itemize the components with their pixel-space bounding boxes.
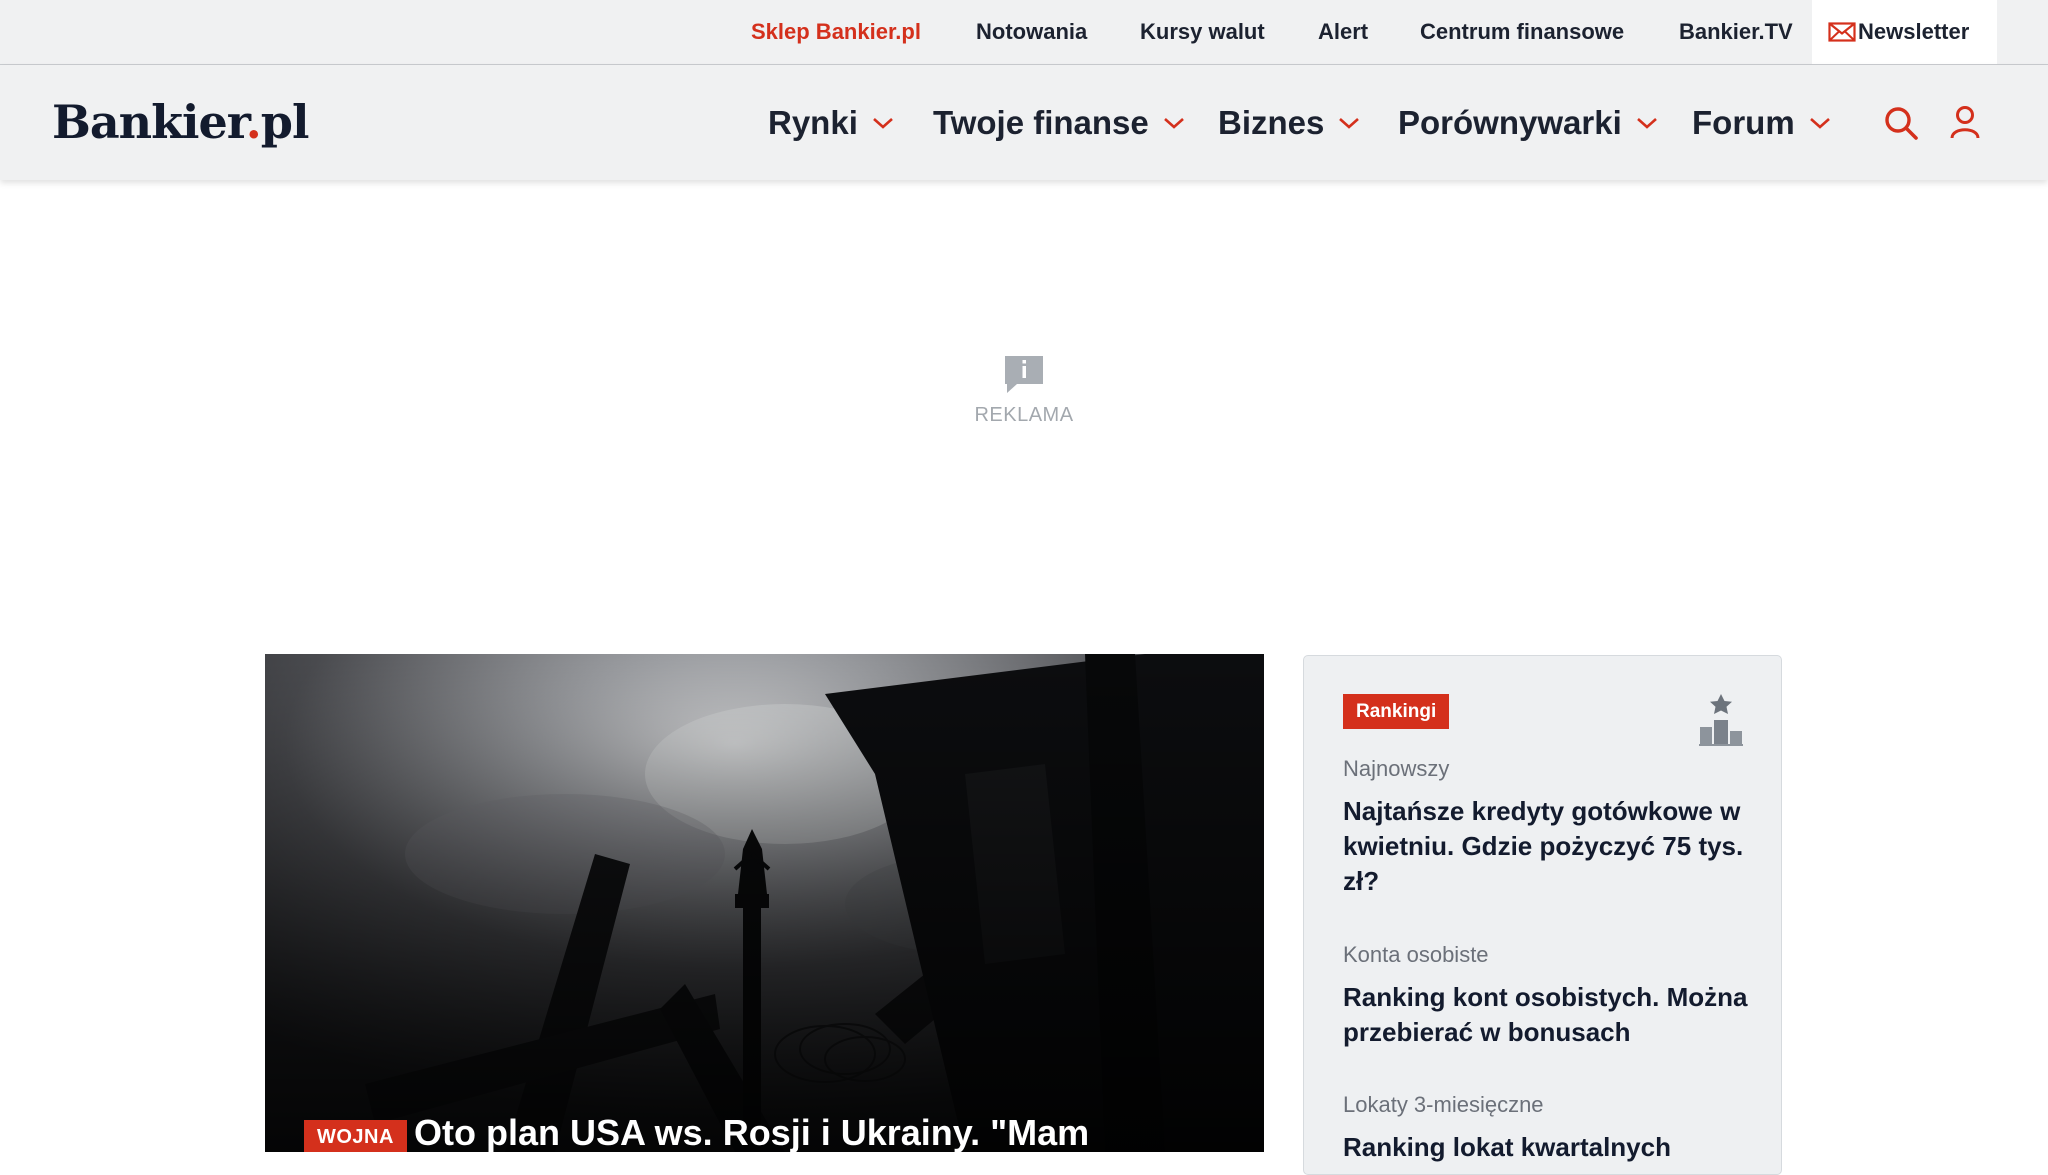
chevron-down-icon — [1636, 117, 1657, 129]
nav-item-comparisons[interactable]: Porównywarki — [1398, 65, 1658, 180]
site-logo[interactable]: Bankier.pl — [52, 95, 310, 149]
advert-info-icon — [1003, 354, 1045, 399]
user-icon — [1950, 106, 1980, 139]
logo-text-tld: pl — [260, 95, 310, 149]
search-icon — [1885, 107, 1918, 140]
topbar-link-currency[interactable]: Kursy walut — [1140, 0, 1265, 64]
topbar-link-alert[interactable]: Alert — [1318, 0, 1368, 64]
chevron-down-icon — [1163, 117, 1184, 129]
hero-photo — [265, 654, 1264, 1152]
hero-title[interactable]: Oto plan USA ws. Rosji i Ukrainy. "Mam — [414, 1112, 1234, 1152]
logo-text-main: Bankier — [52, 95, 247, 149]
ranking-category: Najnowszy — [1343, 756, 1450, 781]
rankings-sidebar: Rankingi Najnowszy Najtańsze kredyty got… — [1303, 655, 1782, 1175]
search-button[interactable] — [1883, 105, 1919, 146]
ranking-title[interactable]: Ranking lokat kwartalnych — [1343, 1130, 1753, 1165]
chevron-down-icon — [1339, 117, 1360, 129]
nav-item-markets[interactable]: Rynki — [768, 65, 894, 180]
nav-item-label: Rynki — [768, 103, 858, 141]
top-utility-bar: Sklep Bankier.pl Notowania Kursy walut A… — [0, 0, 2048, 65]
newsletter-label: Newsletter — [1858, 19, 1970, 44]
nav-item-label: Biznes — [1218, 103, 1325, 141]
chevron-down-icon — [873, 117, 893, 129]
topbar-link-financial-center[interactable]: Centrum finansowe — [1420, 0, 1624, 64]
nav-item-label: Twoje finanse — [933, 103, 1149, 141]
main-header: Bankier.pl Rynki Twoje finanse Biznes Po… — [0, 65, 2048, 180]
nav-item-label: Porównywarki — [1398, 103, 1622, 141]
ranking-item[interactable]: Lokaty 3-miesięczne Ranking lokat kwarta… — [1343, 1092, 1753, 1165]
nav-item-business[interactable]: Biznes — [1218, 65, 1360, 180]
ranking-title[interactable]: Ranking kont osobistych. Można przebiera… — [1343, 980, 1753, 1050]
nav-item-your-finances[interactable]: Twoje finanse — [933, 65, 1185, 180]
chevron-down-icon — [1809, 117, 1830, 129]
nav-item-label: Forum — [1692, 103, 1795, 141]
topbar-link-shop[interactable]: Sklep Bankier.pl — [751, 0, 921, 64]
account-button[interactable] — [1950, 105, 1980, 144]
rankings-badge[interactable]: Rankingi — [1343, 694, 1450, 729]
logo-dot: . — [245, 95, 262, 149]
hero-category-tag[interactable]: WOJNA — [304, 1120, 407, 1152]
nav-item-forum[interactable]: Forum — [1692, 65, 1831, 180]
topbar-link-quotes[interactable]: Notowania — [976, 0, 1087, 64]
ranking-category: Konta osobiste — [1343, 942, 1489, 967]
newsletter-button[interactable]: Newsletter — [1812, 0, 1997, 64]
ranking-title[interactable]: Najtańsze kredyty gotówkowe w kwietniu. … — [1343, 794, 1753, 899]
ranking-item[interactable]: Najnowszy Najtańsze kredyty gotówkowe w … — [1343, 756, 1753, 899]
ranking-item[interactable]: Konta osobiste Ranking kont osobistych. … — [1343, 942, 1753, 1050]
ranking-category: Lokaty 3-miesięczne — [1343, 1092, 1544, 1117]
envelope-icon — [1828, 22, 1856, 42]
hero-article[interactable]: WOJNA Oto plan USA ws. Rosji i Ukrainy. … — [265, 654, 1264, 1152]
topbar-link-tv[interactable]: Bankier.TV — [1679, 0, 1793, 64]
podium-icon — [1699, 694, 1743, 751]
advert-label: REKLAMA — [974, 404, 1074, 426]
